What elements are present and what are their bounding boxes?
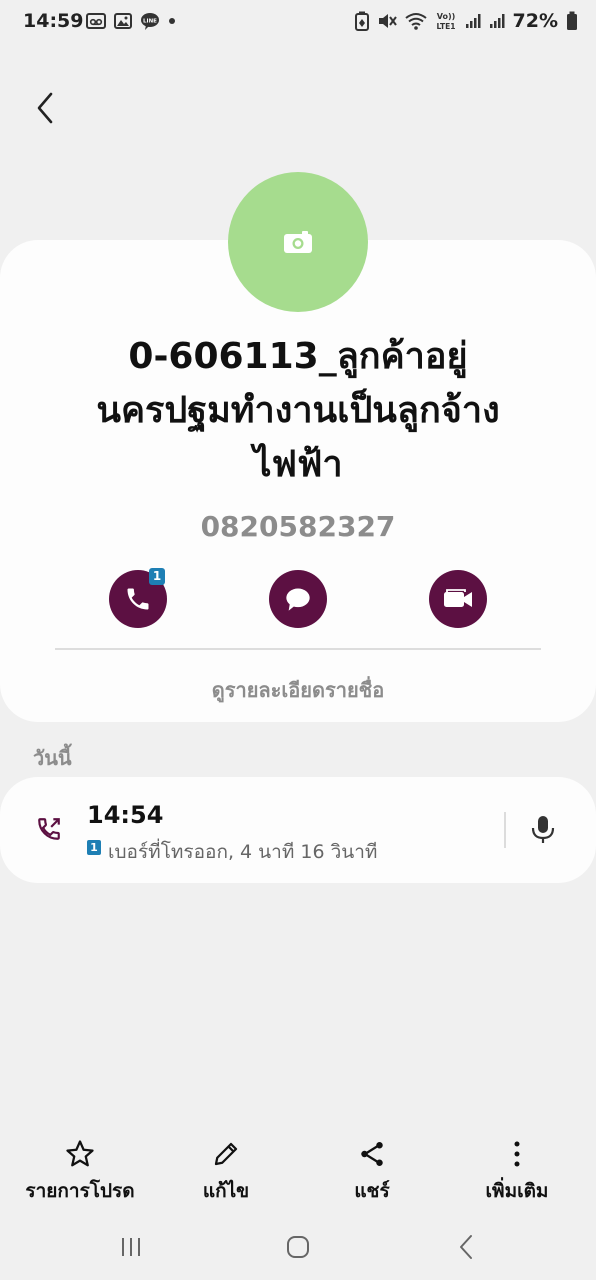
favorites-button[interactable]: รายการโปรด <box>10 1138 150 1206</box>
edit-button[interactable]: แก้ไข <box>156 1138 296 1206</box>
more-button[interactable]: เพิ่มเติม <box>447 1138 587 1206</box>
message-button[interactable] <box>269 570 327 628</box>
phone-number: 0820582327 <box>200 510 396 543</box>
gallery-icon <box>114 13 132 29</box>
system-status-icons: Vo)) LTE1 72% <box>354 10 578 32</box>
recent-apps-icon[interactable] <box>119 1235 143 1259</box>
wifi-icon <box>404 13 427 30</box>
share-icon <box>361 1142 383 1166</box>
divider <box>55 648 541 650</box>
power-saving-icon <box>354 11 369 31</box>
sim-badge: 1 <box>149 568 165 585</box>
mute-icon <box>378 14 397 28</box>
share-button[interactable]: แชร์ <box>302 1138 442 1206</box>
call-separator <box>504 812 506 848</box>
contact-name-line-3: ไฟฟ้า <box>253 444 343 485</box>
notification-dot-icon <box>169 18 175 24</box>
avatar[interactable] <box>228 172 368 312</box>
message-icon <box>286 588 310 611</box>
voicemail-icon <box>86 13 106 29</box>
pencil-icon <box>214 1142 238 1166</box>
home-icon[interactable] <box>285 1234 311 1260</box>
outgoing-call-icon <box>38 818 60 840</box>
video-call-button[interactable] <box>429 570 487 628</box>
favorites-label: รายการโปรด <box>25 1180 135 1202</box>
more-vertical-icon <box>514 1141 520 1167</box>
nav-back-icon[interactable] <box>455 1233 477 1261</box>
signal-icon-2 <box>489 14 505 28</box>
edit-label: แก้ไข <box>202 1180 250 1202</box>
section-today-label: วันนี้ <box>33 746 72 770</box>
share-label: แชร์ <box>354 1180 390 1202</box>
contact-name-line-1: 0-606113_ลูกค้าอยู่ <box>128 336 468 377</box>
contact-name: 0-606113_ลูกค้าอยู่ นครปฐมทำงานเป็นลูกจ้… <box>40 330 556 492</box>
battery-percent: 72% <box>512 10 558 32</box>
svg-text:LINE: LINE <box>143 19 157 25</box>
video-call-icon <box>444 589 472 607</box>
more-label: เพิ่มเติม <box>485 1180 549 1202</box>
notification-icons: LINE <box>86 12 176 30</box>
navigation-bar <box>0 1220 596 1280</box>
svg-text:Vo)): Vo)) <box>436 12 455 21</box>
back-arrow-icon[interactable] <box>28 88 64 128</box>
call-log-item[interactable] <box>0 777 596 883</box>
microphone-icon[interactable] <box>530 815 556 845</box>
call-sim-badge: 1 <box>87 840 101 855</box>
call-time: 14:54 <box>87 801 164 829</box>
line-app-icon: LINE <box>141 13 159 30</box>
status-bar: 14:59 LINE Vo)) LTE1 72% <box>0 0 596 44</box>
phone-icon <box>127 588 149 610</box>
svg-text:LTE1: LTE1 <box>436 22 455 31</box>
view-contact-details-link[interactable]: ดูรายละเอียดรายชื่อ <box>0 674 596 706</box>
camera-icon <box>284 231 312 253</box>
star-icon <box>66 1140 94 1167</box>
call-detail: เบอร์ที่โทรออก, 4 นาที 16 วินาที <box>108 841 378 863</box>
status-time: 14:59 <box>23 10 84 32</box>
battery-icon <box>567 11 577 30</box>
volte-icon: Vo)) LTE1 <box>436 12 455 31</box>
contact-name-line-2: นครปฐมทำงานเป็นลูกจ้าง <box>96 390 500 431</box>
signal-icon <box>465 14 481 28</box>
